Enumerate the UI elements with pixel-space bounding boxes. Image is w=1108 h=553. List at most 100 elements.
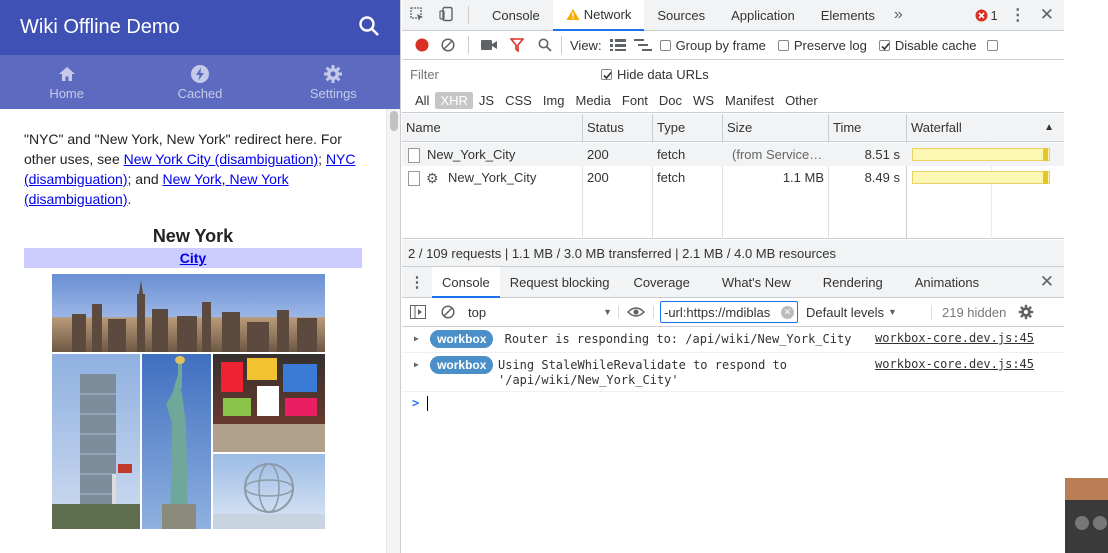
- group-by-frame-checkbox[interactable]: [659, 39, 671, 51]
- console-filter-input[interactable]: -url:https://mdiblas ✕: [660, 301, 798, 323]
- drawer-tab-rendering[interactable]: Rendering: [807, 267, 899, 298]
- tab-elements[interactable]: Elements: [808, 0, 888, 31]
- drawer-tab-coverage[interactable]: Coverage: [621, 267, 705, 298]
- drawer-tab-whats-new[interactable]: What's New: [706, 267, 807, 298]
- log-levels-select[interactable]: Default levels ▼: [806, 304, 932, 320]
- console-prompt[interactable]: >: [412, 394, 1052, 412]
- console-filter-value: -url:https://mdiblas: [664, 304, 771, 320]
- un-building-photo: [52, 354, 140, 529]
- hide-data-urls-label: Hide data URLs: [617, 66, 709, 82]
- type-all[interactable]: All: [410, 92, 434, 109]
- col-header-size[interactable]: Size: [722, 114, 828, 142]
- drawer-tab-request-blocking[interactable]: Request blocking: [500, 267, 622, 298]
- article-scrollbar[interactable]: [386, 109, 400, 553]
- waterfall-bar: [912, 148, 1050, 161]
- type-font[interactable]: Font: [617, 92, 653, 109]
- col-header-type[interactable]: Type: [652, 114, 722, 142]
- clear-filter-icon[interactable]: ✕: [781, 305, 794, 319]
- log-source-link[interactable]: workbox-core.dev.js:45: [875, 331, 1034, 345]
- expand-arrow-icon[interactable]: ▶: [414, 334, 419, 343]
- type-other[interactable]: Other: [780, 92, 823, 109]
- console-sidebar-icon[interactable]: [402, 305, 434, 319]
- clear-console-icon[interactable]: [434, 305, 462, 319]
- tab-network[interactable]: Network: [552, 0, 645, 31]
- waterfall-bar-tail: [1043, 171, 1048, 184]
- request-status: 200: [587, 170, 609, 185]
- request-time: 8.51 s: [864, 147, 900, 162]
- request-size: (from Service…: [732, 147, 823, 162]
- article-content: "NYC" and "New York, New York" redirect …: [0, 109, 386, 553]
- screen: Wiki Offline Demo Home Cached Settings "…: [0, 0, 1108, 553]
- col-header-time[interactable]: Time: [828, 114, 906, 142]
- col-header-status[interactable]: Status: [582, 114, 652, 142]
- scrollbar-thumb[interactable]: [390, 111, 398, 131]
- app-bar: Wiki Offline Demo: [0, 0, 400, 55]
- console-message[interactable]: ▶ workbox Router is responding to: /api/…: [402, 328, 1064, 353]
- error-indicator[interactable]: 1: [975, 8, 998, 23]
- overview-icon[interactable]: [633, 39, 660, 51]
- drawer-menu-icon[interactable]: ⋮: [402, 273, 432, 291]
- skyline-photo: [52, 274, 325, 352]
- close-drawer-icon[interactable]: ✕: [1040, 272, 1054, 292]
- type-manifest[interactable]: Manifest: [720, 92, 779, 109]
- filter-icon[interactable]: [503, 38, 531, 52]
- type-doc[interactable]: Doc: [654, 92, 687, 109]
- infobox-title: New York: [152, 226, 234, 246]
- request-row[interactable]: ⚙ New_York_City 200 fetch 1.1 MB 8.49 s: [402, 166, 1064, 189]
- network-filter-row: Hide data URLs: [402, 60, 1064, 88]
- dock-app-tile: [1065, 478, 1108, 500]
- nav-cached[interactable]: Cached: [133, 55, 266, 109]
- screenshot-icon[interactable]: [475, 39, 503, 51]
- context-value: top: [468, 304, 487, 320]
- search-network-icon[interactable]: [531, 38, 559, 52]
- disable-cache-checkbox[interactable]: [878, 39, 890, 51]
- drawer-tab-console[interactable]: Console: [432, 266, 500, 298]
- tab-console[interactable]: Console: [479, 0, 553, 31]
- request-status: 200: [587, 147, 609, 162]
- clear-icon[interactable]: [434, 38, 462, 52]
- type-media[interactable]: Media: [570, 92, 615, 109]
- device-toolbar-icon[interactable]: [432, 6, 462, 25]
- kebab-menu-icon[interactable]: ⋮: [1010, 5, 1026, 25]
- context-select[interactable]: top ▼: [468, 305, 618, 320]
- nav-home-label: Home: [49, 85, 84, 101]
- sort-ascending-icon: ▲: [1044, 122, 1054, 133]
- expand-arrow-icon[interactable]: ▶: [414, 360, 419, 369]
- workbox-badge: workbox: [430, 356, 494, 374]
- more-tabs-icon[interactable]: »: [888, 6, 909, 24]
- infobox-city-link[interactable]: City: [180, 250, 206, 266]
- app-title: Wiki Offline Demo: [20, 16, 180, 38]
- tab-application[interactable]: Application: [718, 0, 808, 31]
- nav-settings[interactable]: Settings: [267, 55, 400, 109]
- network-filter-input[interactable]: [410, 64, 585, 84]
- type-js[interactable]: JS: [474, 92, 499, 109]
- netbar-divider: [468, 36, 469, 54]
- record-icon[interactable]: [410, 38, 434, 52]
- console-message[interactable]: ▶ workbox Using StaleWhileRevalidate to …: [402, 354, 1064, 392]
- preserve-log-checkbox[interactable]: [777, 39, 789, 51]
- type-ws[interactable]: WS: [688, 92, 719, 109]
- large-rows-icon[interactable]: [609, 39, 634, 51]
- file-icon: [408, 171, 420, 186]
- offline-checkbox[interactable]: [986, 39, 998, 51]
- request-type: fetch: [657, 147, 686, 162]
- hide-data-urls-checkbox[interactable]: [601, 68, 612, 80]
- drawer-tab-animations[interactable]: Animations: [899, 267, 995, 298]
- gear-icon: [324, 64, 343, 83]
- live-expression-eye-icon[interactable]: [618, 306, 654, 318]
- col-header-waterfall[interactable]: Waterfall ▲: [906, 114, 1064, 142]
- nav-home[interactable]: Home: [0, 55, 133, 109]
- search-icon[interactable]: [358, 15, 380, 40]
- type-xhr[interactable]: XHR: [435, 91, 473, 109]
- unisphere-photo: [213, 454, 325, 529]
- type-img[interactable]: Img: [538, 92, 570, 109]
- log-source-link[interactable]: workbox-core.dev.js:45: [875, 357, 1034, 371]
- inspect-element-icon[interactable]: [402, 6, 432, 25]
- type-css[interactable]: CSS: [500, 92, 537, 109]
- request-row[interactable]: New_York_City 200 fetch (from Service… 8…: [402, 143, 1064, 166]
- col-header-name[interactable]: Name: [402, 114, 582, 142]
- link-nyc-disambiguation[interactable]: New York City (disambiguation): [124, 151, 319, 167]
- console-settings-gear-icon[interactable]: [1018, 304, 1034, 320]
- close-devtools-icon[interactable]: ✕: [1040, 5, 1054, 25]
- tab-sources[interactable]: Sources: [644, 0, 718, 31]
